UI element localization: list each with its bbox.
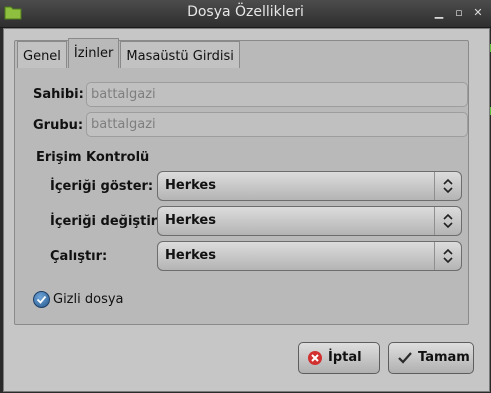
view-content-label: İçeriği göster: <box>50 179 154 194</box>
cancel-button[interactable]: İptal <box>298 342 380 374</box>
modify-content-select[interactable]: Herkes <box>157 206 462 236</box>
view-content-select[interactable]: Herkes <box>157 171 462 201</box>
window-title: Dosya Özellikleri <box>187 4 304 20</box>
tab-strip: Genel İzinler Masaüstü Girdisi <box>17 38 241 69</box>
tab-genel[interactable]: Genel <box>17 41 67 68</box>
updown-arrows-icon <box>434 242 461 270</box>
title-bar[interactable]: Dosya Özellikleri ▁ ▫ ✕ <box>0 0 491 28</box>
tab-label: Masaüstü Girdisi <box>126 49 234 64</box>
updown-arrows-icon <box>434 172 461 200</box>
modify-content-value: Herkes <box>165 213 216 228</box>
modify-content-label: İçeriği değiştir: <box>50 214 163 229</box>
tab-izinler[interactable]: İzinler <box>67 38 120 68</box>
access-control-heading: Erişim Kontrolü <box>36 150 150 165</box>
owner-label: Sahibi: <box>33 87 84 102</box>
close-icon[interactable]: ✕ <box>471 6 485 20</box>
tab-label: Genel <box>23 49 61 64</box>
maximize-icon[interactable]: ▫ <box>452 6 466 20</box>
hidden-file-checkbox[interactable] <box>33 291 50 308</box>
ok-button[interactable]: Tamam <box>388 342 474 374</box>
execute-value: Herkes <box>165 248 216 263</box>
owner-field: battalgazi <box>86 82 468 107</box>
cancel-icon <box>308 351 322 365</box>
checkmark-icon <box>36 295 47 304</box>
tab-label: İzinler <box>73 46 114 61</box>
execute-label: Çalıştır: <box>50 249 108 264</box>
ok-label: Tamam <box>418 350 470 365</box>
updown-arrows-icon <box>434 207 461 235</box>
group-label: Grubu: <box>33 118 84 133</box>
view-content-value: Herkes <box>165 178 216 193</box>
hidden-file-label[interactable]: Gizli dosya <box>53 292 124 307</box>
checkmark-icon <box>398 352 412 364</box>
execute-select[interactable]: Herkes <box>157 241 462 271</box>
minimize-icon[interactable]: ▁ <box>432 6 446 20</box>
tab-masaustu-girdisi[interactable]: Masaüstü Girdisi <box>120 41 240 68</box>
group-field: battalgazi <box>86 112 468 137</box>
cancel-label: İptal <box>328 350 362 365</box>
